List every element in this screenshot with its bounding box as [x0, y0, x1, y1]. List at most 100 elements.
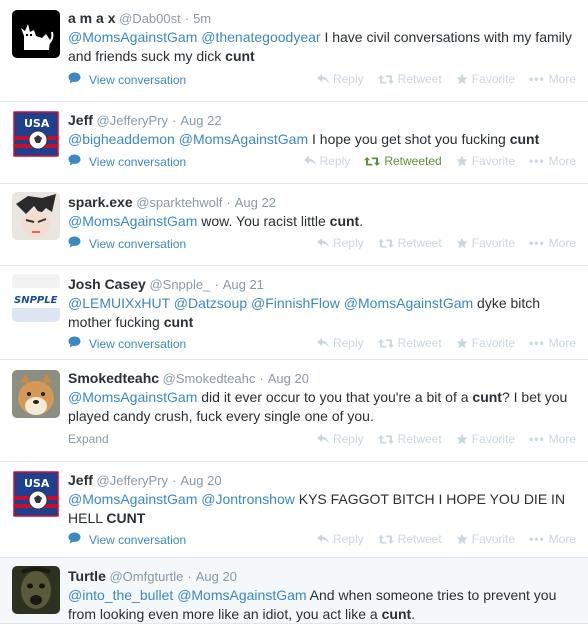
reply-button[interactable]: Reply	[316, 72, 364, 86]
tweet-item[interactable]: spark.exe @sparktehwolf · Aug 22 @MomsAgain…	[0, 184, 588, 266]
retweet-icon	[364, 156, 384, 167]
mention-link[interactable]: @MomsAgainstGam	[177, 587, 306, 603]
reply-button[interactable]: Reply	[316, 336, 364, 350]
reply-label: Reply	[319, 154, 351, 168]
favorite-button[interactable]: Favorite	[456, 532, 515, 546]
mention-link[interactable]: @MomsAgainstGam	[344, 295, 473, 311]
username[interactable]: @sparktehwolf	[136, 195, 222, 210]
favorite-button[interactable]: Favorite	[456, 336, 515, 350]
retweet-button[interactable]: Retweet	[377, 532, 442, 546]
timestamp[interactable]: Aug 20	[268, 371, 309, 386]
more-button[interactable]: ••• More	[529, 154, 576, 168]
more-button[interactable]: ••• More	[529, 432, 576, 446]
star-icon	[456, 337, 472, 349]
tweet-item[interactable]: USA Jeff @JefferyPry · Aug 20 @MomsAgainstG…	[0, 462, 588, 558]
avatar[interactable]: SNPPLE	[12, 274, 60, 322]
mention-link[interactable]: @Datzsoup	[174, 295, 247, 311]
tweet-header: Smokedteahc @Smokedteahc · Aug 20	[68, 370, 576, 387]
avatar[interactable]	[12, 370, 60, 418]
timestamp[interactable]: Aug 22	[235, 195, 276, 210]
username[interactable]: @JefferyPry	[97, 473, 168, 488]
timestamp[interactable]: Aug 20	[196, 569, 237, 584]
display-name[interactable]: Jeff	[68, 112, 93, 128]
mention-link[interactable]: @MomsAgainstGam	[68, 213, 197, 229]
mention-link[interactable]: @MomsAgainstGam	[179, 131, 308, 147]
timestamp[interactable]: Aug 20	[180, 473, 221, 488]
highlighted-keyword: CUNT	[106, 510, 146, 526]
tweet-item[interactable]: a m a x @Dab00st · 5m @MomsAgainstGam @then…	[0, 0, 588, 102]
reply-button[interactable]: Reply	[303, 154, 351, 168]
tweet-item[interactable]: Turtle @Omfgturtle · Aug 20 @into_the_bulle…	[0, 558, 588, 624]
favorite-button[interactable]: Favorite	[456, 72, 515, 86]
mention-link[interactable]: @MomsAgainstGam	[68, 389, 197, 405]
more-button[interactable]: ••• More	[529, 532, 576, 546]
reply-icon	[316, 338, 333, 348]
avatar[interactable]	[12, 566, 60, 614]
mention-link[interactable]: @thenategoodyear	[201, 29, 320, 45]
display-name[interactable]: Josh Casey	[68, 276, 146, 292]
view-conversation-link[interactable]: View conversation	[68, 72, 186, 87]
timestamp[interactable]: 5m	[193, 11, 211, 26]
reply-button[interactable]: Reply	[316, 236, 364, 250]
tweet-footer: View conversation Reply Retweet Favorite •••…	[68, 532, 576, 550]
view-conversation-link[interactable]: View conversation	[68, 154, 186, 169]
display-name[interactable]: spark.exe	[68, 194, 133, 210]
timestamp[interactable]: Aug 22	[180, 113, 221, 128]
username[interactable]: @Smokedteahc	[163, 371, 256, 386]
retweet-button[interactable]: Retweet	[377, 432, 442, 446]
star-icon	[456, 155, 472, 167]
conversation-bubble-icon	[68, 532, 81, 547]
conversation-bubble-icon	[68, 236, 81, 251]
tweet-text: @MomsAgainstGam did it ever occur to you…	[68, 388, 576, 426]
view-conversation-link[interactable]: View conversation	[68, 236, 186, 251]
view-conversation-link[interactable]: View conversation	[68, 336, 186, 351]
username[interactable]: @JefferyPry	[97, 113, 168, 128]
timestamp[interactable]: Aug 21	[223, 277, 264, 292]
reply-button[interactable]: Reply	[316, 432, 364, 446]
mention-link[interactable]: @FinnishFlow	[251, 295, 340, 311]
avatar[interactable]: USA	[12, 110, 60, 158]
display-name[interactable]: a m a x	[68, 10, 115, 26]
svg-text:USA: USA	[24, 117, 50, 130]
mention-link[interactable]: @MomsAgainstGam	[68, 29, 197, 45]
avatar[interactable]	[12, 10, 60, 58]
retweet-button[interactable]: Retweet	[377, 336, 442, 350]
mention-link[interactable]: @into_the_bullet	[68, 587, 173, 603]
more-label: More	[548, 72, 576, 86]
display-name[interactable]: Turtle	[68, 568, 106, 584]
more-label: More	[548, 236, 576, 250]
more-button[interactable]: ••• More	[529, 236, 576, 250]
favorite-button[interactable]: Favorite	[456, 236, 515, 250]
more-button[interactable]: ••• More	[529, 336, 576, 350]
username[interactable]: @Snpple_	[149, 277, 210, 292]
tweet-text: @into_the_bullet @MomsAgainstGam And whe…	[68, 586, 576, 624]
username[interactable]: @Omfgturtle	[109, 569, 183, 584]
display-name[interactable]: Jeff	[68, 472, 93, 488]
avatar[interactable]	[12, 192, 60, 240]
retweet-button[interactable]: Retweet	[377, 236, 442, 250]
tweet-item[interactable]: Smokedteahc @Smokedteahc · Aug 20 @MomsAgai…	[0, 360, 588, 462]
retweet-button[interactable]: Retweet	[377, 72, 442, 86]
mention-link[interactable]: @MomsAgainstGam	[68, 491, 197, 507]
display-name[interactable]: Smokedteahc	[68, 370, 159, 386]
reply-icon	[303, 156, 320, 166]
avatar[interactable]: USA	[12, 470, 60, 518]
tweet-item[interactable]: SNPPLE Josh Casey @Snpple_ · Aug 21 @LEMUIX…	[0, 266, 588, 360]
favorite-button[interactable]: Favorite	[456, 154, 515, 168]
mention-link[interactable]: @LEMUIXxHUT	[68, 295, 170, 311]
tweet-text-segment: did it ever occur to you that you're a b…	[197, 389, 473, 405]
tweet-header: Turtle @Omfgturtle · Aug 20	[68, 568, 576, 585]
mention-link[interactable]: @bigheaddemon	[68, 131, 175, 147]
separator: ·	[187, 569, 192, 584]
username[interactable]: @Dab00st	[119, 11, 181, 26]
tweet-item[interactable]: USA Jeff @JefferyPry · Aug 22 @bigheaddemon…	[0, 102, 588, 184]
view-conversation-label: View conversation	[89, 532, 187, 547]
expand-link[interactable]: Expand	[68, 432, 109, 446]
view-conversation-label: View conversation	[89, 236, 187, 251]
retweet-button[interactable]: Retweeted	[364, 154, 442, 168]
favorite-button[interactable]: Favorite	[456, 432, 515, 446]
mention-link[interactable]: @Jontronshow	[201, 491, 295, 507]
view-conversation-link[interactable]: View conversation	[68, 532, 186, 547]
reply-button[interactable]: Reply	[316, 532, 364, 546]
more-button[interactable]: ••• More	[529, 72, 576, 86]
